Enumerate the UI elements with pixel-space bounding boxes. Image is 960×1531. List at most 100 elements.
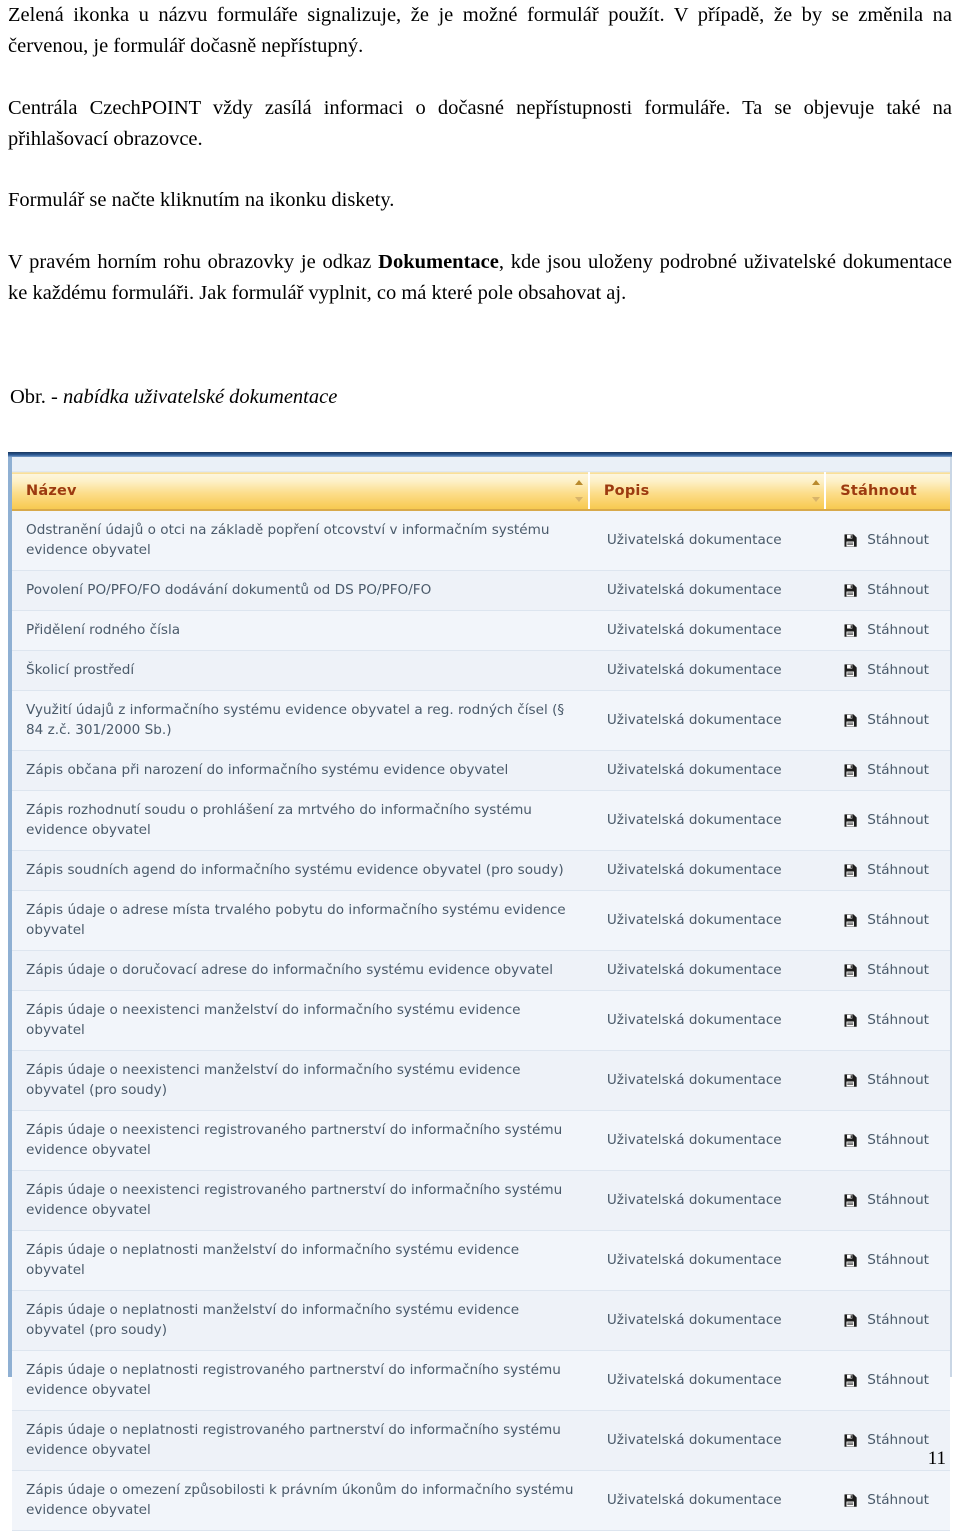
floppy-disk-icon [844, 1253, 857, 1267]
download-link[interactable]: Stáhnout [843, 1490, 936, 1510]
cell-popis: Uživatelská dokumentace [588, 1410, 826, 1471]
floppy-disk-icon [844, 1013, 857, 1027]
download-link[interactable]: Stáhnout [843, 1370, 936, 1390]
download-link[interactable]: Stáhnout [843, 620, 936, 640]
download-link-label: Stáhnout [867, 662, 930, 678]
document-page: Zelená ikonka u názvu formuláře signaliz… [0, 0, 960, 1531]
table-row: Zápis údaje o neplatnosti manželství do … [12, 1230, 950, 1291]
cell-nazev: Zápis údaje o neexistenci registrovaného… [12, 1110, 589, 1171]
table-row: Zápis občana při narození do informačníh… [12, 750, 950, 791]
cell-nazev: Zápis soudních agend do informačního sys… [12, 850, 589, 891]
table-row: Zápis údaje o neexistenci manželství do … [12, 1050, 950, 1111]
cell-stahnout: Stáhnout [825, 1050, 950, 1111]
download-link[interactable]: Stáhnout [843, 1070, 936, 1090]
download-link-label: Stáhnout [867, 1252, 930, 1268]
paragraph-3: Formulář se načte kliknutím na ikonku di… [8, 189, 395, 211]
download-link-label: Stáhnout [867, 862, 930, 878]
download-link[interactable]: Stáhnout [843, 1430, 936, 1450]
sort-arrows-icon[interactable] [811, 480, 820, 502]
download-link[interactable]: Stáhnout [843, 1190, 936, 1210]
cell-nazev: Povolení PO/PFO/FO dodávání dokumentů od… [12, 570, 589, 611]
cell-stahnout: Stáhnout [825, 610, 950, 651]
floppy-disk-icon [844, 963, 857, 977]
download-link-label: Stáhnout [867, 1072, 930, 1088]
cell-nazev: Přidělení rodného čísla [12, 610, 589, 651]
download-link[interactable]: Stáhnout [843, 580, 936, 600]
download-link[interactable]: Stáhnout [843, 1010, 936, 1030]
table-row: Zápis údaje o neplatnosti manželství do … [12, 1290, 950, 1351]
download-link[interactable]: Stáhnout [843, 960, 936, 980]
download-link-label: Stáhnout [867, 1012, 930, 1028]
cell-stahnout: Stáhnout [825, 1170, 950, 1231]
cell-stahnout: Stáhnout [825, 1230, 950, 1291]
paragraph-4: V pravém horním rohu obrazovky je odkaz … [8, 247, 952, 309]
download-link[interactable]: Stáhnout [843, 710, 936, 730]
cell-nazev: Zápis údaje o neexistenci registrovaného… [12, 1170, 589, 1231]
panel-toolbar-strip [12, 457, 950, 472]
cell-popis: Uživatelská dokumentace [588, 1050, 826, 1111]
cell-stahnout: Stáhnout [825, 790, 950, 851]
cell-stahnout: Stáhnout [825, 510, 950, 571]
cell-stahnout: Stáhnout [825, 890, 950, 951]
download-link-label: Stáhnout [867, 1132, 930, 1148]
cell-popis: Uživatelská dokumentace [588, 1470, 826, 1531]
column-header-popis-label: Popis [603, 483, 650, 499]
floppy-disk-icon [844, 713, 857, 727]
cell-popis: Uživatelská dokumentace [588, 570, 826, 611]
page-number: 11 [927, 1448, 946, 1469]
floppy-disk-icon [844, 763, 857, 777]
table-row: Zápis údaje o neexistenci registrovaného… [12, 1110, 950, 1171]
cell-stahnout: Stáhnout [825, 850, 950, 891]
download-link[interactable]: Stáhnout [843, 660, 936, 680]
figure-caption: Obr. - nabídka uživatelské dokumentace [10, 384, 337, 410]
cell-popis: Uživatelská dokumentace [588, 790, 826, 851]
floppy-disk-icon [844, 1373, 857, 1387]
table-row: Zápis rozhodnutí soudu o prohlášení za m… [12, 790, 950, 851]
cell-popis: Uživatelská dokumentace [588, 850, 826, 891]
column-header-stahnout[interactable]: Stáhnout [825, 472, 950, 511]
figure-caption-text: - nabídka uživatelské dokumentace [51, 386, 338, 408]
floppy-disk-icon [844, 1493, 857, 1507]
download-link[interactable]: Stáhnout [843, 810, 936, 830]
download-link[interactable]: Stáhnout [843, 910, 936, 930]
download-link[interactable]: Stáhnout [843, 1310, 936, 1330]
cell-popis: Uživatelská dokumentace [588, 610, 826, 651]
table-row: Zápis údaje o neplatnosti registrovaného… [12, 1350, 950, 1411]
table-row: Zápis údaje o adrese místa trvalého poby… [12, 890, 950, 951]
cell-popis: Uživatelská dokumentace [588, 750, 826, 791]
table-row: Zápis údaje o omezení způsobilosti k prá… [12, 1470, 950, 1531]
column-header-popis[interactable]: Popis [588, 472, 827, 511]
download-link-label: Stáhnout [867, 762, 930, 778]
download-link-label: Stáhnout [867, 1312, 930, 1328]
cell-popis: Uživatelská dokumentace [588, 1230, 826, 1291]
download-link-label: Stáhnout [867, 1432, 930, 1448]
documentation-table: Název Popis Stáhnout Odstranění údajů o … [12, 472, 950, 1531]
cell-popis: Uživatelská dokumentace [588, 1290, 826, 1351]
download-link[interactable]: Stáhnout [843, 760, 936, 780]
column-header-nazev[interactable]: Název [12, 472, 590, 511]
cell-nazev: Zápis občana při narození do informačníh… [12, 750, 589, 791]
download-link[interactable]: Stáhnout [843, 1130, 936, 1150]
cell-stahnout: Stáhnout [825, 570, 950, 611]
floppy-disk-icon [844, 1193, 857, 1207]
download-link[interactable]: Stáhnout [843, 1250, 936, 1270]
column-header-stahnout-label: Stáhnout [840, 483, 917, 499]
cell-nazev: Školicí prostředí [12, 650, 589, 691]
table-header-row: Název Popis Stáhnout [12, 472, 950, 511]
download-link[interactable]: Stáhnout [843, 530, 936, 550]
dokumentace-emphasis: Dokumentace [378, 251, 499, 273]
cell-stahnout: Stáhnout [825, 1470, 950, 1531]
download-link[interactable]: Stáhnout [843, 860, 936, 880]
sort-arrows-icon[interactable] [575, 480, 584, 502]
table-row: Zápis údaje o neplatnosti registrovaného… [12, 1410, 950, 1471]
cell-nazev: Zápis údaje o omezení způsobilosti k prá… [12, 1470, 589, 1531]
table-row: Zápis údaje o doručovací adrese do infor… [12, 950, 950, 991]
cell-popis: Uživatelská dokumentace [588, 1170, 826, 1231]
cell-popis: Uživatelská dokumentace [588, 690, 826, 751]
download-link-label: Stáhnout [867, 582, 930, 598]
cell-popis: Uživatelská dokumentace [588, 1110, 826, 1171]
cell-nazev: Zápis údaje o neplatnosti registrovaného… [12, 1410, 589, 1471]
download-link-label: Stáhnout [867, 1492, 930, 1508]
floppy-disk-icon [844, 533, 857, 547]
